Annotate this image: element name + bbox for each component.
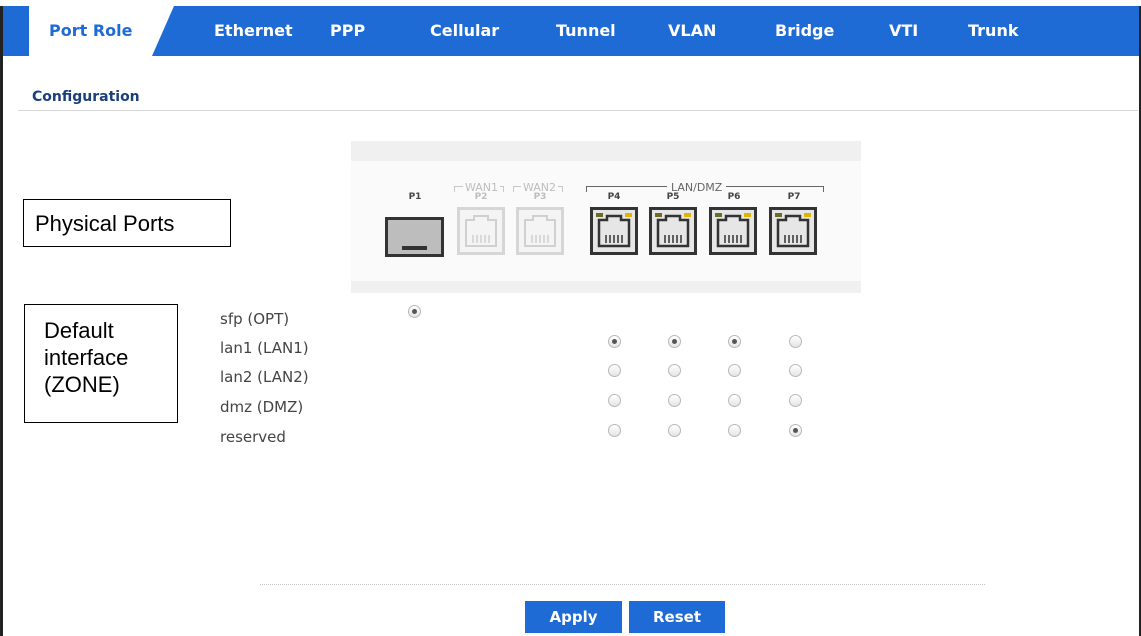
tab-ethernet[interactable]: Ethernet — [214, 6, 293, 56]
panel-top-band — [351, 141, 861, 161]
rj45-port-icon — [457, 207, 505, 255]
callout-line: Default — [44, 318, 114, 343]
radio-reserved-p6[interactable] — [728, 424, 741, 437]
radio-dmz-p5[interactable] — [668, 394, 681, 407]
tab-cellular[interactable]: Cellular — [430, 6, 499, 56]
tab-bridge[interactable]: Bridge — [775, 6, 834, 56]
physical-ports-callout: Physical Ports — [23, 199, 231, 247]
section-divider — [18, 110, 1138, 111]
radio-dmz-p6[interactable] — [728, 394, 741, 407]
radio-sfp-p1[interactable] — [408, 305, 421, 318]
footer-divider — [260, 584, 985, 585]
radio-lan1-p6[interactable] — [728, 335, 741, 348]
panel-bottom-band — [351, 281, 861, 293]
radio-dmz-p7[interactable] — [789, 394, 802, 407]
apply-button[interactable]: Apply — [525, 601, 622, 633]
tab-ppp[interactable]: PPP — [330, 6, 365, 56]
radio-reserved-p7[interactable] — [789, 424, 802, 437]
callout-line: interface — [44, 345, 129, 370]
port-label-p1: P1 — [408, 192, 422, 202]
rj45-port-icon — [769, 207, 817, 255]
port-label-p6: P6 — [727, 192, 741, 202]
radio-reserved-p4[interactable] — [608, 424, 621, 437]
rj45-port-icon — [590, 207, 638, 255]
tab-vlan[interactable]: VLAN — [668, 6, 716, 56]
sfp-port-icon — [385, 217, 444, 257]
radio-lan1-p4[interactable] — [608, 335, 621, 348]
interface-label-dmz: dmz (DMZ) — [220, 398, 304, 416]
radio-lan2-p7[interactable] — [789, 364, 802, 377]
section-title: Configuration — [32, 89, 140, 105]
rj45-port-icon — [516, 207, 564, 255]
radio-lan1-p5[interactable] — [668, 335, 681, 348]
default-interface-callout: Default interface (ZONE) — [24, 304, 178, 423]
rj45-port-icon — [649, 207, 697, 255]
interface-label-sfp: sfp (OPT) — [220, 310, 290, 328]
radio-lan2-p4[interactable] — [608, 364, 621, 377]
tab-tunnel[interactable]: Tunnel — [556, 6, 616, 56]
port-label-p4: P4 — [607, 192, 621, 202]
radio-lan2-p5[interactable] — [668, 364, 681, 377]
radio-reserved-p5[interactable] — [668, 424, 681, 437]
rj45-port-icon — [709, 207, 757, 255]
tab-vti[interactable]: VTI — [889, 6, 918, 56]
tab-trunk[interactable]: Trunk — [968, 6, 1018, 56]
port-label-p7: P7 — [787, 192, 801, 202]
tab-bar: Port Role Ethernet PPP Cellular Tunnel V… — [3, 6, 1139, 56]
interface-label-reserved: reserved — [220, 428, 286, 446]
interface-label-lan2: lan2 (LAN2) — [220, 368, 309, 386]
tab-port-role[interactable]: Port Role — [29, 6, 176, 56]
reset-button[interactable]: Reset — [629, 601, 725, 633]
radio-lan1-p7[interactable] — [789, 335, 802, 348]
port-label-p5: P5 — [666, 192, 680, 202]
port-label-p3: P3 — [533, 192, 547, 202]
port-label-p2: P2 — [474, 192, 488, 202]
callout-line: (ZONE) — [44, 372, 120, 397]
interface-label-lan1: lan1 (LAN1) — [220, 339, 309, 357]
radio-lan2-p6[interactable] — [728, 364, 741, 377]
radio-dmz-p4[interactable] — [608, 394, 621, 407]
window-left-border — [0, 6, 3, 636]
